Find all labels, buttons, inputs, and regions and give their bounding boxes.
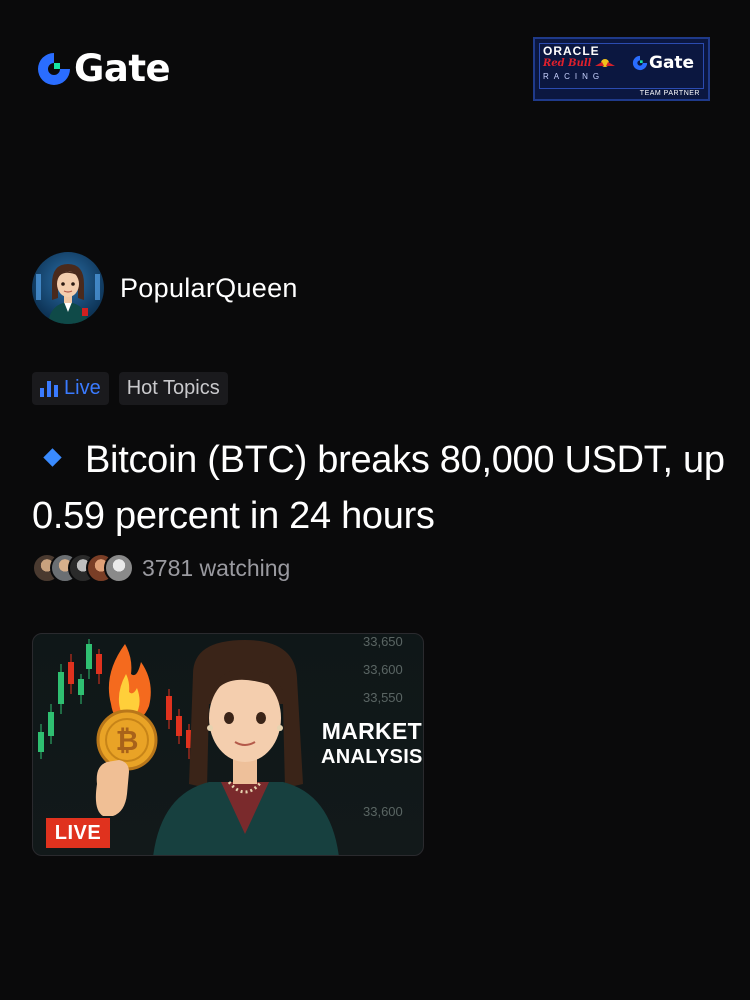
price-tick: 33,650 bbox=[363, 634, 403, 649]
badge-gate-brand: Gate bbox=[632, 53, 694, 73]
badge-caption: TEAM PARTNER bbox=[639, 90, 700, 97]
avatar-portrait-icon bbox=[36, 264, 100, 324]
bull-icon bbox=[595, 59, 615, 67]
price-tick: 33,600 bbox=[363, 804, 403, 819]
badge-racing: RACING bbox=[543, 72, 605, 81]
market-title-line1: MARKET bbox=[321, 718, 422, 744]
price-tick: 33,600 bbox=[363, 662, 403, 677]
logo-text: Gate bbox=[74, 47, 171, 90]
gate-logo-icon bbox=[38, 52, 70, 85]
headline-text: Bitcoin (BTC) breaks 80,000 USDT, up 0.5… bbox=[32, 439, 725, 537]
badge-gate-text: Gate bbox=[649, 53, 695, 73]
svg-text:₿: ₿ bbox=[116, 724, 139, 757]
tag-row: Live Hot Topics bbox=[32, 372, 228, 405]
team-partner-badge: ORACLE Red Bull RACING Gate TEAM PARTNER bbox=[533, 37, 710, 101]
badge-oracle: ORACLE bbox=[543, 44, 600, 58]
tag-hot-topics[interactable]: Hot Topics bbox=[118, 372, 228, 405]
live-stream-thumbnail[interactable]: ₿ 33,650 33,600 33,550 33,600 MARKET ANA… bbox=[32, 633, 424, 856]
tag-live[interactable]: Live bbox=[32, 372, 109, 405]
gate-logo[interactable]: Gate bbox=[36, 47, 171, 90]
gate-logo-icon bbox=[632, 55, 648, 71]
tag-live-label: Live bbox=[64, 377, 101, 399]
price-tick: 33,550 bbox=[363, 690, 403, 705]
viewer-avatar bbox=[104, 553, 134, 583]
live-badge: LIVE bbox=[46, 818, 110, 848]
viewer-avatars bbox=[32, 553, 134, 583]
diamond-icon bbox=[43, 448, 62, 468]
author-row[interactable]: PopularQueen bbox=[32, 252, 298, 324]
market-title-line2: ANALYSIS bbox=[321, 746, 423, 768]
watching-count: 3781 watching bbox=[142, 554, 291, 581]
badge-redbull: Red Bull bbox=[543, 58, 592, 69]
post-headline[interactable]: Bitcoin (BTC) breaks 80,000 USDT, up 0.5… bbox=[32, 432, 732, 544]
tag-hot-label: Hot Topics bbox=[126, 377, 220, 399]
post-page: Gate ORACLE Red Bull RACING Gate TEAM PA… bbox=[0, 0, 750, 1000]
author-name[interactable]: PopularQueen bbox=[120, 273, 298, 304]
watching-row: 3781 watching bbox=[32, 553, 290, 583]
live-bars-icon bbox=[40, 380, 58, 397]
market-analysis-title: MARKET ANALYSIS bbox=[321, 718, 423, 770]
avatar[interactable] bbox=[32, 252, 104, 324]
